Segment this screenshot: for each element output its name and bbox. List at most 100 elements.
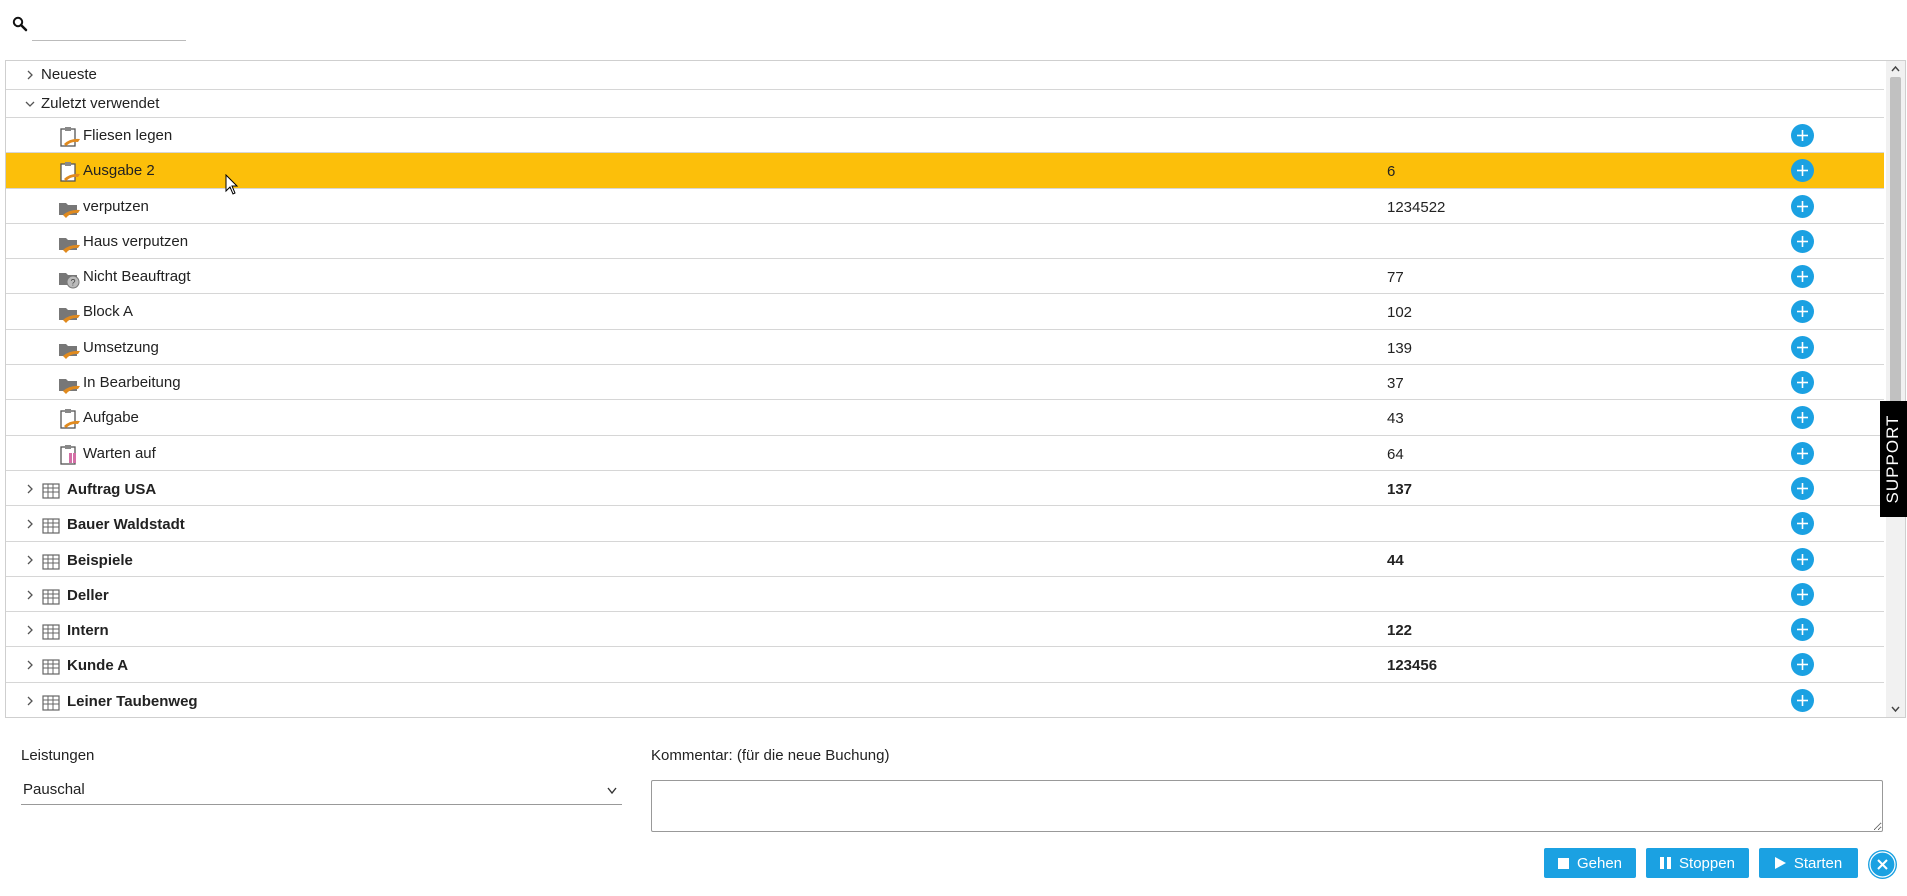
- item-label: Warten auf: [83, 444, 156, 462]
- task-tree: Neueste Zuletzt verwendet Fliesen legen A…: [5, 60, 1906, 718]
- chevron-down-icon[interactable]: [24, 98, 36, 110]
- recent-items: Fliesen legen Ausgabe 2 6 verputzen 1234522 H…: [6, 118, 1884, 471]
- list-item[interactable]: verputzen 1234522: [6, 189, 1884, 224]
- search-icon: [12, 16, 28, 32]
- folder-task-icon: [59, 379, 80, 395]
- list-item[interactable]: Warten auf 64: [6, 436, 1884, 471]
- project-label: Bauer Waldstadt: [67, 516, 185, 534]
- group-zuletzt-verwendet[interactable]: Zuletzt verwendet: [6, 90, 1884, 118]
- add-button[interactable]: [1791, 229, 1814, 253]
- add-button[interactable]: [1791, 582, 1814, 606]
- add-button[interactable]: [1791, 265, 1814, 289]
- project-row[interactable]: Intern 122: [6, 612, 1884, 648]
- add-button[interactable]: [1791, 124, 1814, 147]
- add-button[interactable]: [1791, 547, 1814, 571]
- plus-icon: [1797, 447, 1808, 459]
- go-button[interactable]: Gehen: [1544, 848, 1636, 878]
- add-button[interactable]: [1791, 335, 1814, 359]
- folder-task-icon: [59, 343, 80, 359]
- add-button[interactable]: [1791, 653, 1814, 677]
- plus-icon: [1797, 482, 1808, 494]
- scroll-up-arrow-icon[interactable]: [1886, 61, 1905, 77]
- stop-button[interactable]: Stoppen: [1646, 848, 1749, 878]
- plus-icon: [1797, 200, 1808, 212]
- add-button[interactable]: [1791, 512, 1814, 536]
- project-number: 123456: [1387, 657, 1438, 675]
- item-number: 102: [1387, 304, 1413, 322]
- chevron-right-icon[interactable]: [24, 589, 36, 601]
- chevron-right-icon[interactable]: [24, 695, 36, 707]
- square-stop-icon: [1557, 857, 1569, 869]
- item-label: Fliesen legen: [83, 127, 173, 144]
- add-button[interactable]: [1791, 618, 1814, 642]
- list-item[interactable]: Block A 102: [6, 294, 1884, 330]
- comment-textarea[interactable]: [651, 780, 1883, 832]
- add-button[interactable]: [1791, 159, 1814, 183]
- play-icon: [1774, 857, 1786, 869]
- project-row[interactable]: Deller: [6, 577, 1884, 613]
- chevron-right-icon[interactable]: [24, 518, 36, 530]
- folder-question-icon: ?: [59, 273, 80, 289]
- stop-button-label: Stoppen: [1679, 854, 1735, 872]
- item-number: 139: [1387, 339, 1413, 357]
- chevron-right-icon[interactable]: [24, 659, 36, 671]
- item-number: 37: [1387, 375, 1404, 393]
- group-label: Neueste: [41, 66, 97, 83]
- comment-label: Kommentar: (für die neue Buchung): [651, 747, 890, 764]
- add-button[interactable]: [1791, 476, 1814, 500]
- support-tab[interactable]: SUPPORT: [1880, 401, 1907, 517]
- item-label: Block A: [83, 303, 134, 321]
- project-number: 44: [1387, 551, 1404, 569]
- add-button[interactable]: [1791, 300, 1814, 324]
- plus-icon: [1797, 306, 1808, 318]
- group-label: Zuletzt verwendet: [41, 94, 160, 112]
- project-number: 122: [1387, 622, 1413, 640]
- building-icon: [42, 624, 60, 640]
- svg-text:?: ?: [70, 278, 75, 288]
- add-button[interactable]: [1791, 441, 1814, 465]
- project-label: Beispiele: [67, 551, 133, 569]
- list-item[interactable]: In Bearbeitung 37: [6, 365, 1884, 401]
- add-button[interactable]: [1791, 371, 1814, 395]
- list-item[interactable]: ? Nicht Beauftragt 77: [6, 259, 1884, 295]
- item-label: Umsetzung: [83, 338, 159, 356]
- plus-icon: [1797, 165, 1808, 177]
- plus-icon: [1797, 235, 1808, 247]
- project-row[interactable]: Bauer Waldstadt: [6, 506, 1884, 542]
- project-label: Intern: [67, 622, 109, 640]
- plus-icon: [1797, 518, 1808, 530]
- project-row[interactable]: Kunde A 123456: [6, 647, 1884, 683]
- start-button[interactable]: Starten: [1759, 848, 1858, 878]
- start-button-label: Starten: [1793, 854, 1843, 872]
- list-item[interactable]: Aufgabe 43: [6, 400, 1884, 436]
- project-row[interactable]: Beispiele 44: [6, 542, 1884, 577]
- item-label: Haus verputzen: [83, 232, 189, 250]
- item-label: Nicht Beauftragt: [83, 268, 191, 286]
- add-button[interactable]: [1791, 406, 1814, 430]
- scroll-down-arrow-icon[interactable]: [1886, 701, 1905, 717]
- list-item[interactable]: Umsetzung 139: [6, 330, 1884, 366]
- services-select-value: Pauschal: [23, 781, 85, 798]
- services-select[interactable]: Pauschal: [21, 778, 622, 805]
- list-item[interactable]: Ausgabe 2 6: [6, 153, 1884, 189]
- project-row[interactable]: Leiner Taubenweg: [6, 683, 1884, 717]
- building-icon: [42, 483, 60, 499]
- chevron-right-icon[interactable]: [24, 483, 36, 495]
- project-items: Auftrag USA 137 Bauer Waldstadt Beispiele 44…: [6, 471, 1884, 717]
- add-button[interactable]: [1791, 688, 1814, 712]
- close-icon: [1869, 851, 1896, 878]
- list-item[interactable]: Fliesen legen: [6, 118, 1884, 154]
- close-button[interactable]: [1868, 850, 1897, 879]
- project-row[interactable]: Auftrag USA 137: [6, 471, 1884, 507]
- group-neueste[interactable]: Neueste: [6, 61, 1884, 90]
- list-item[interactable]: Haus verputzen: [6, 224, 1884, 260]
- search-input[interactable]: [32, 14, 186, 41]
- project-label: Kunde A: [67, 657, 129, 675]
- add-button[interactable]: [1791, 194, 1814, 218]
- plus-icon: [1797, 624, 1808, 636]
- scrollbar[interactable]: [1886, 61, 1905, 717]
- chevron-right-icon[interactable]: [24, 624, 36, 636]
- item-number: 6: [1387, 163, 1396, 181]
- chevron-right-icon[interactable]: [24, 69, 36, 81]
- chevron-right-icon[interactable]: [24, 554, 36, 566]
